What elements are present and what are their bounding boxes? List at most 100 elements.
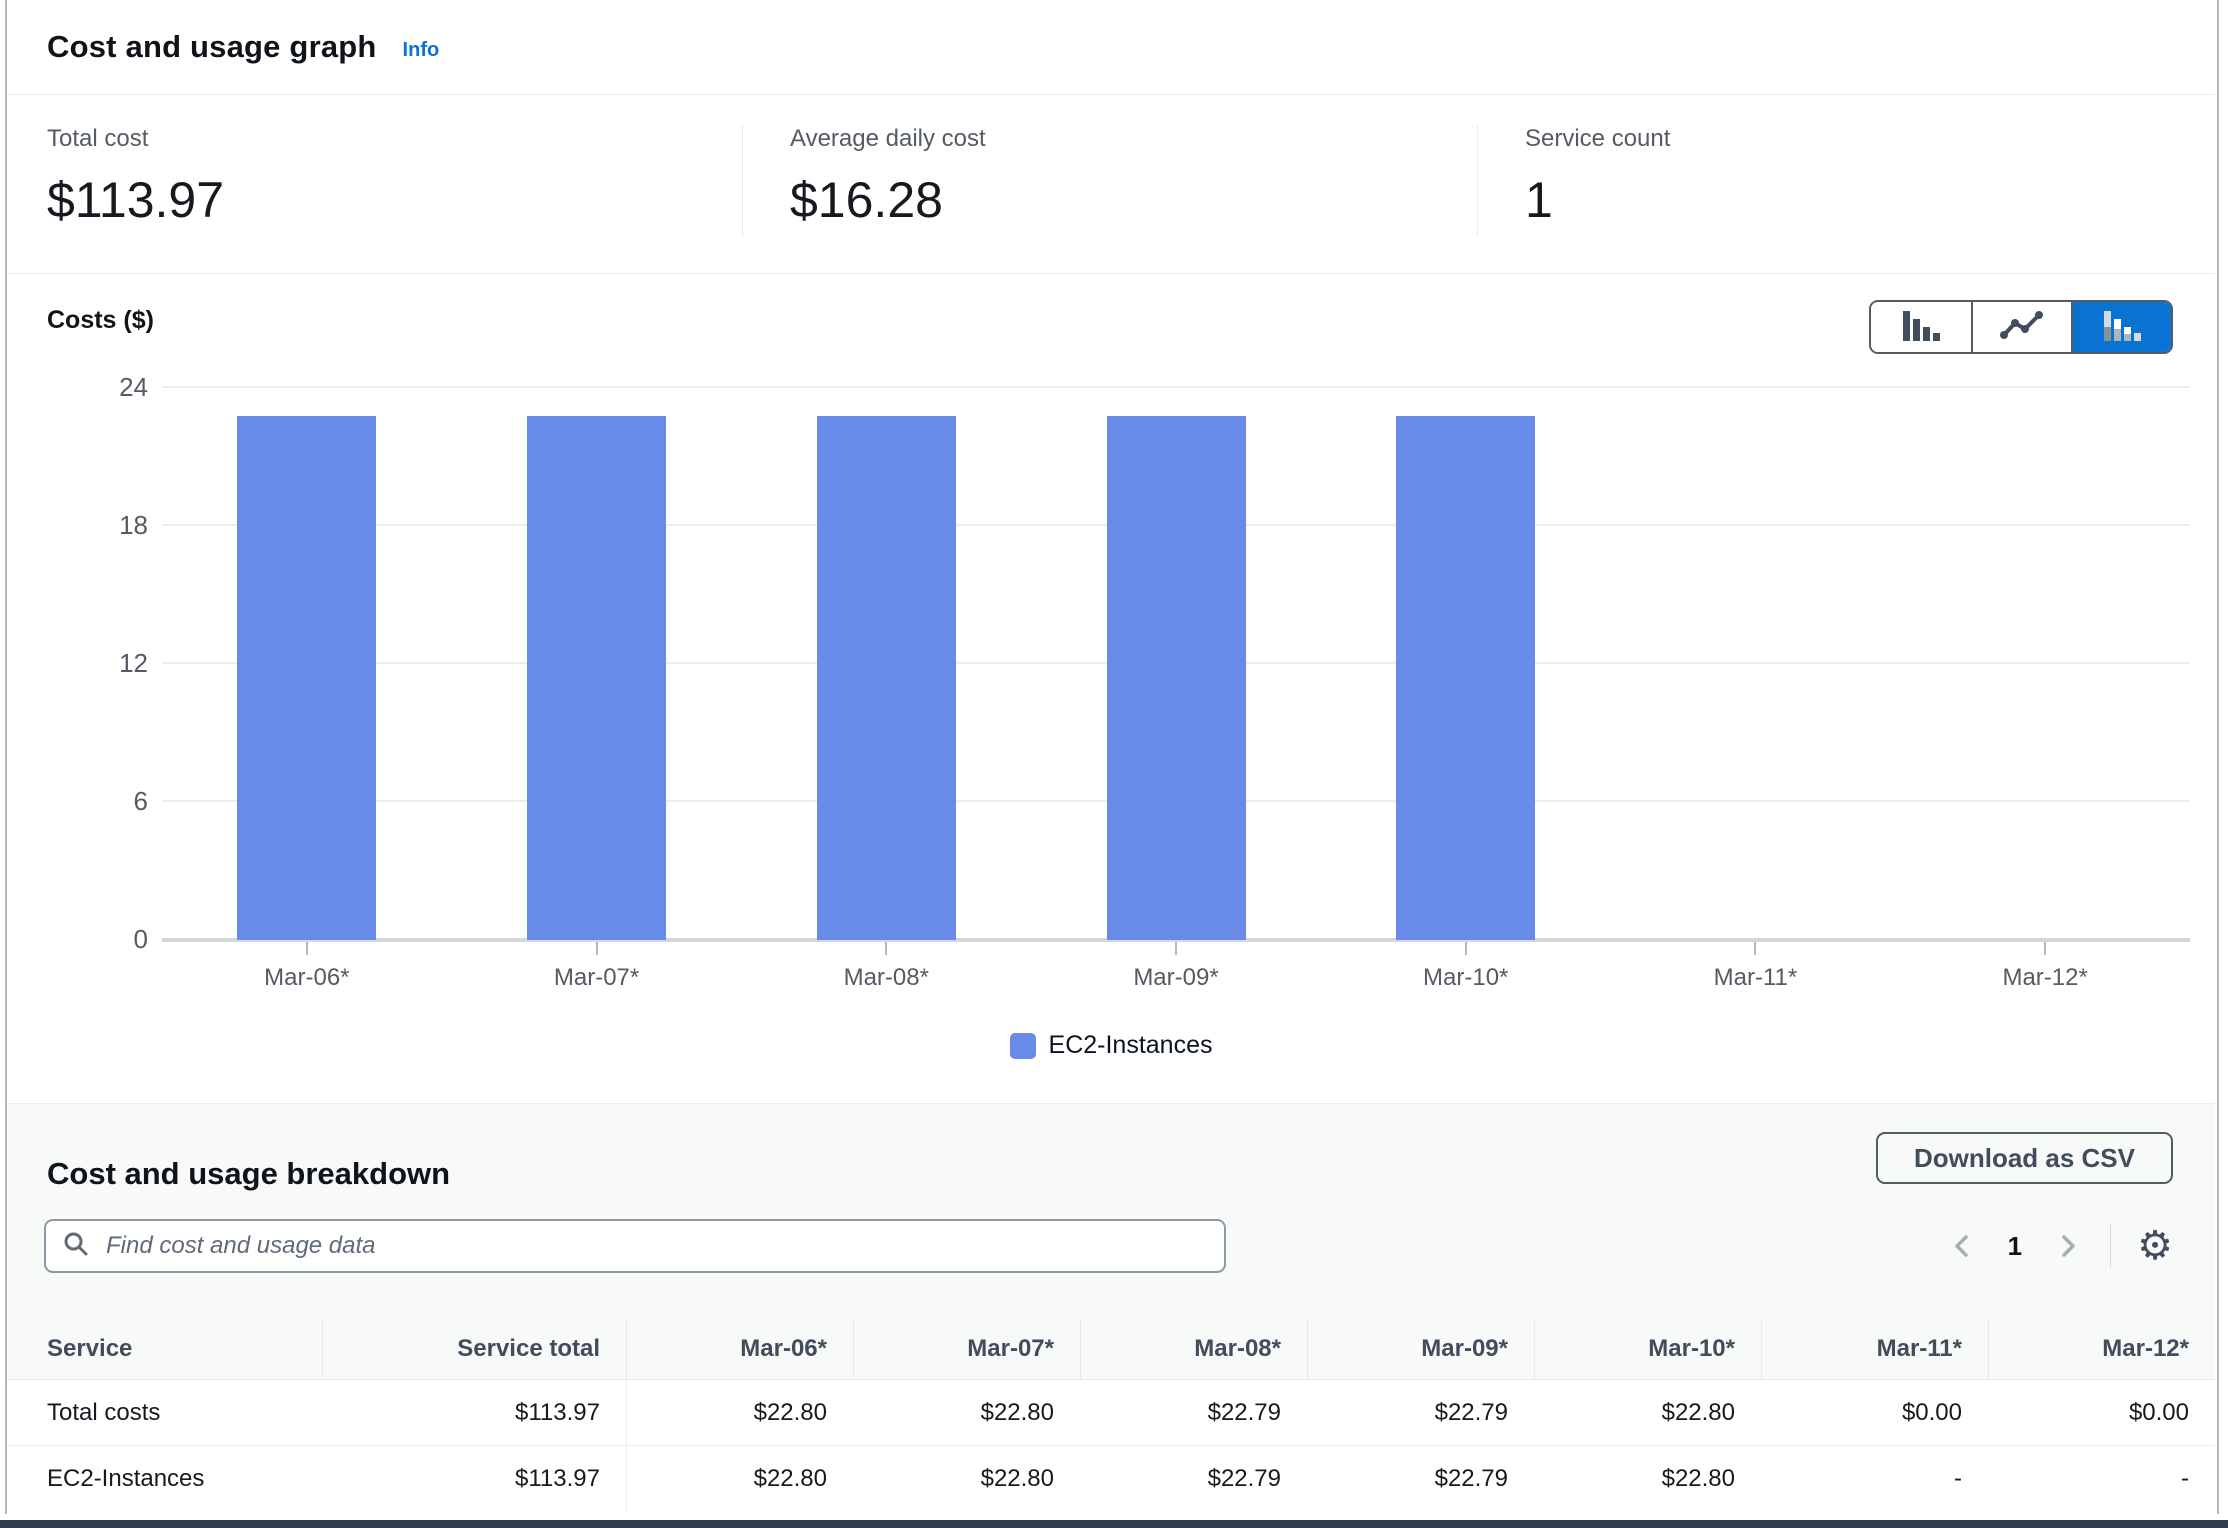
x-axis-ticks (162, 942, 2190, 955)
stacked-bar-chart-toggle-button[interactable] (2071, 302, 2171, 352)
y-axis-label: 24 (78, 372, 148, 403)
table-row: Total costs$113.97$22.80$22.80$22.79$22.… (7, 1380, 2215, 1445)
x-axis-tick (1754, 942, 1756, 955)
stat-box: Total cost $113.97 (7, 95, 742, 273)
chart-bar[interactable] (1396, 416, 1535, 940)
legend-item[interactable]: EC2-Instances (7, 1031, 2215, 1060)
column-header: Service total (322, 1319, 626, 1379)
x-axis-tick (596, 942, 598, 955)
column-header: Mar-08* (1080, 1319, 1307, 1379)
table-cell: $22.79 (1307, 1380, 1534, 1445)
x-axis-tick-slot (452, 942, 742, 955)
column-header: Mar-07* (853, 1319, 1080, 1379)
table-cell: $22.80 (626, 1380, 853, 1445)
x-axis-label: Mar-07* (452, 964, 742, 992)
x-axis-tick (306, 942, 308, 955)
table-cell: $22.80 (626, 1446, 853, 1511)
stat-value: $113.97 (47, 173, 742, 228)
bottom-bar (0, 1520, 2228, 1528)
table-cell: $113.97 (322, 1380, 626, 1445)
stat-label: Total cost (47, 125, 742, 153)
x-axis-tick (1175, 942, 1177, 955)
table-cell: $0.00 (1988, 1380, 2215, 1445)
x-axis-labels: Mar-06*Mar-07*Mar-08*Mar-09*Mar-10* Mar-1… (162, 964, 2190, 992)
cost-usage-table: ServiceService totalMar-06*Mar-07*Mar-08… (7, 1319, 2215, 1511)
x-axis-label: Mar-09* (1031, 964, 1321, 992)
column-header: Mar-06* (626, 1319, 853, 1379)
x-axis-label: Mar-12* (1900, 964, 2190, 992)
x-axis-tick-slot (741, 942, 1031, 955)
x-axis-tick (2044, 942, 2046, 955)
legend-swatch-icon (1010, 1033, 1036, 1059)
search-input[interactable] (104, 1231, 1208, 1261)
gear-icon: ⚙ (2137, 1223, 2173, 1269)
table-row: EC2-Instances$113.97$22.80$22.80$22.79$2… (7, 1445, 2215, 1511)
search-icon (62, 1230, 90, 1263)
bar-chart-toggle-button[interactable] (1871, 302, 1971, 352)
stat-label: Service count (1525, 125, 2215, 153)
table-cell: $22.79 (1307, 1446, 1534, 1511)
table-cell: - (1988, 1446, 2215, 1511)
table-cell: $22.80 (1534, 1446, 1761, 1511)
x-axis-label: Mar-08* (741, 964, 1031, 992)
legend-label: EC2-Instances (1049, 1031, 1213, 1060)
pagination: 1 ⚙ (1950, 1219, 2173, 1273)
chart-bar[interactable] (1107, 416, 1246, 940)
table-cell: $22.80 (1534, 1380, 1761, 1445)
bar-chart-icon (1900, 308, 1942, 347)
chart-block: Costs ($) (7, 274, 2215, 1103)
y-axis-label: 0 (78, 924, 148, 955)
stacked-bar-chart-icon (2101, 308, 2143, 347)
x-axis-tick-slot (1900, 942, 2190, 955)
page-number-button[interactable]: 1 (2002, 1230, 2028, 1263)
line-chart-toggle-button[interactable] (1971, 302, 2071, 352)
table-settings-button[interactable]: ⚙ (2137, 1226, 2173, 1266)
table-cell: Total costs (7, 1380, 322, 1445)
table-cell: $0.00 (1761, 1380, 1988, 1445)
table-cell: $113.97 (322, 1446, 626, 1511)
table-cell: - (1761, 1446, 1988, 1511)
column-header: Mar-12* (1988, 1319, 2215, 1379)
stat-label: Average daily cost (790, 125, 1477, 153)
info-link[interactable]: Info (403, 39, 440, 62)
table-cell: $22.80 (853, 1380, 1080, 1445)
page-border-right (2217, 0, 2219, 1514)
column-header: Mar-10* (1534, 1319, 1761, 1379)
y-axis-label: 12 (78, 648, 148, 679)
x-axis-tick (885, 942, 887, 955)
table-header-row: ServiceService totalMar-06*Mar-07*Mar-08… (7, 1319, 2215, 1380)
table-cell: $22.79 (1080, 1446, 1307, 1511)
stat-value: 1 (1525, 173, 2215, 228)
stat-value: $16.28 (790, 173, 1477, 228)
stats-row: Total cost $113.97 Average daily cost $16.2… (7, 95, 2215, 274)
x-axis-tick-slot (162, 942, 452, 955)
breakdown-title: Cost and usage breakdown (47, 1156, 450, 1192)
cost-usage-graph-container: Cost and usage graph Info Total cost $113… (7, 0, 2215, 1103)
next-page-button[interactable] (2056, 1231, 2080, 1261)
cost-explorer-page: Cost and usage graph Info Total cost $113… (0, 0, 2228, 1528)
x-axis-tick-slot (1321, 942, 1611, 955)
y-axis-title: Costs ($) (47, 306, 154, 335)
line-chart-icon (2000, 310, 2044, 345)
x-axis-label: Mar-10* (1321, 964, 1611, 992)
chart-bar[interactable] (527, 416, 666, 940)
gridline (162, 386, 2190, 388)
graph-panel-header: Cost and usage graph Info (7, 0, 2215, 95)
plot-area: 24181260 (162, 386, 2190, 942)
y-axis-label: 18 (78, 510, 148, 541)
column-header: Mar-11* (1761, 1319, 1988, 1379)
x-axis-tick (1465, 942, 1467, 955)
stat-box: Service count 1 (1477, 95, 2215, 273)
download-csv-button[interactable]: Download as CSV (1876, 1132, 2173, 1184)
previous-page-button[interactable] (1950, 1231, 1974, 1261)
chart-bar[interactable] (817, 416, 956, 940)
table-cell: $22.79 (1080, 1380, 1307, 1445)
table-cell: EC2-Instances (7, 1446, 322, 1511)
pagination-divider (2110, 1224, 2111, 1268)
chart-bar[interactable] (237, 416, 376, 940)
x-axis-label: Mar-06* (162, 964, 452, 992)
stat-box: Average daily cost $16.28 (742, 95, 1477, 273)
table-cell: $22.80 (853, 1446, 1080, 1511)
x-axis-tick-slot (1031, 942, 1321, 955)
y-axis-label: 6 (78, 786, 148, 817)
